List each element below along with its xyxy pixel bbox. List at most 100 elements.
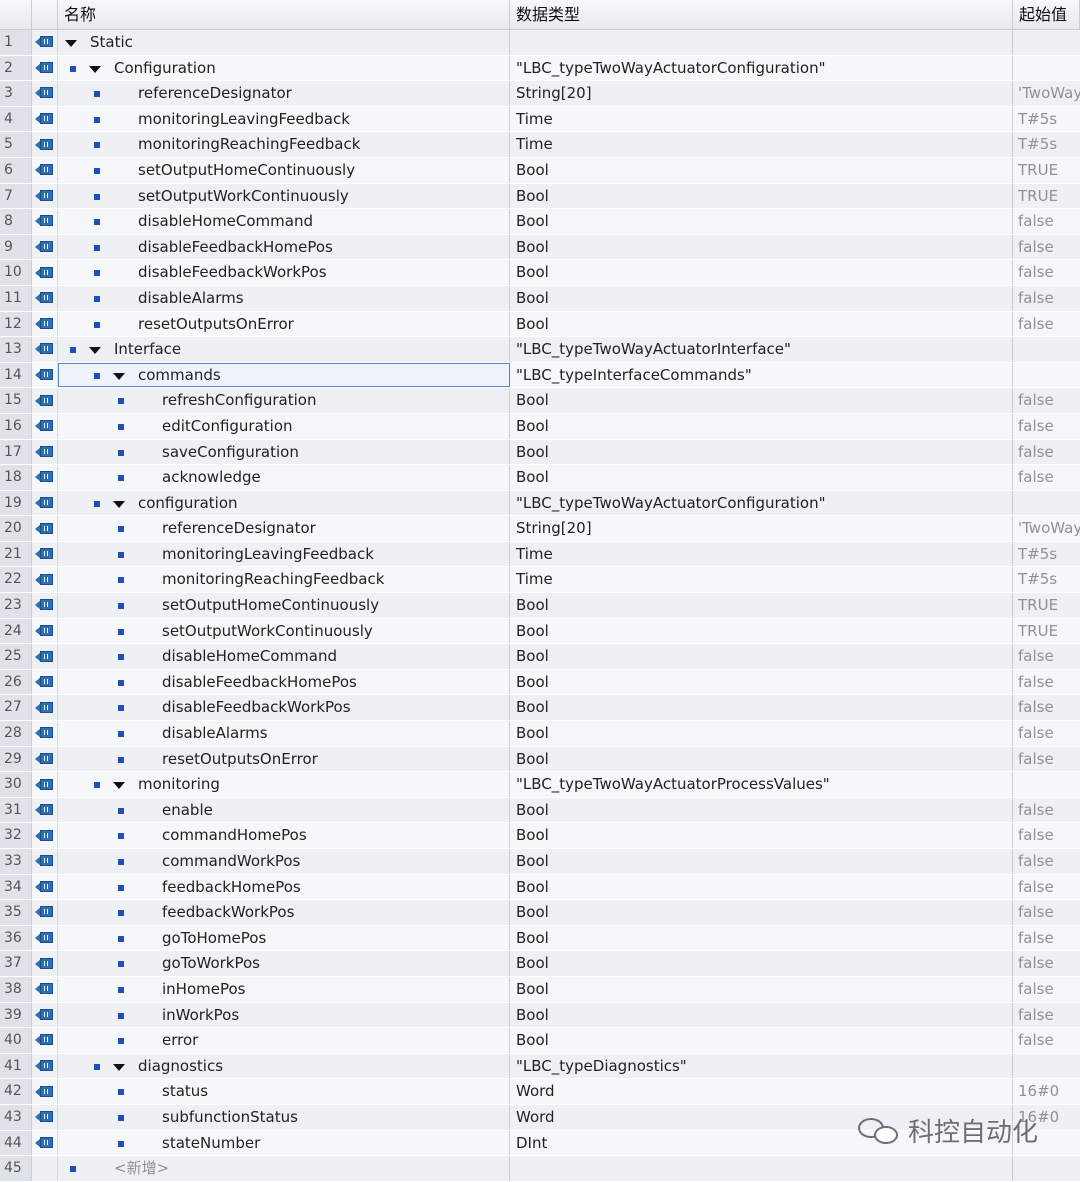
start-value-cell[interactable]: false	[1013, 695, 1080, 720]
start-value-cell[interactable]: T#5s	[1013, 132, 1080, 157]
name-cell[interactable]: monitoring	[58, 772, 510, 797]
table-row[interactable]: 42 status Word 16#0	[0, 1079, 1080, 1105]
row-number[interactable]: 14	[0, 362, 32, 388]
expand-toggle-icon[interactable]	[113, 1063, 125, 1071]
row-number[interactable]: 45	[0, 1156, 32, 1181]
table-row[interactable]: 33 commandWorkPos Bool false	[0, 849, 1080, 875]
name-cell[interactable]: enable	[58, 797, 510, 823]
data-type-cell[interactable]: Bool	[510, 593, 1013, 618]
table-row[interactable]: 2 Configuration "LBC_typeTwoWayActuatorCon…	[0, 55, 1080, 82]
start-value-cell[interactable]: false	[1013, 1028, 1080, 1053]
name-cell[interactable]: referenceDesignator	[58, 81, 510, 106]
data-type-cell[interactable]: Bool	[510, 285, 1013, 311]
start-value-cell[interactable]: false	[1013, 260, 1080, 285]
start-value-cell[interactable]	[1013, 1054, 1080, 1079]
name-cell[interactable]: editConfiguration	[58, 413, 510, 439]
name-cell[interactable]: monitoringLeavingFeedback	[58, 106, 510, 132]
row-number[interactable]: 12	[0, 311, 32, 337]
name-cell[interactable]: refreshConfiguration	[58, 388, 510, 413]
start-value-cell[interactable]: 'TwoWay	[1013, 81, 1080, 106]
row-number[interactable]: 23	[0, 593, 32, 618]
row-number[interactable]: 22	[0, 567, 32, 593]
header-name[interactable]: 名称	[58, 0, 510, 29]
row-number[interactable]: 13	[0, 337, 32, 362]
start-value-cell[interactable]: false	[1013, 209, 1080, 234]
row-number[interactable]: 15	[0, 388, 32, 413]
table-row[interactable]: 3 referenceDesignator String[20] 'TwoWay	[0, 81, 1080, 107]
row-number[interactable]: 16	[0, 413, 32, 439]
start-value-cell[interactable]: false	[1013, 926, 1080, 951]
expand-toggle-icon[interactable]	[89, 347, 101, 355]
table-row[interactable]: 37 goToWorkPos Bool false	[0, 951, 1080, 977]
name-cell[interactable]: goToWorkPos	[58, 951, 510, 976]
name-cell[interactable]: goToHomePos	[58, 925, 510, 951]
row-number[interactable]: 9	[0, 234, 32, 260]
start-value-cell[interactable]: false	[1013, 798, 1080, 823]
start-value-cell[interactable]	[1013, 491, 1080, 516]
data-type-cell[interactable]: Time	[510, 132, 1013, 157]
data-type-cell[interactable]: String[20]	[510, 81, 1013, 106]
start-value-cell[interactable]: false	[1013, 951, 1080, 976]
start-value-cell[interactable]: false	[1013, 977, 1080, 1002]
table-row[interactable]: 7 setOutputWorkContinuously Bool TRUE	[0, 183, 1080, 210]
start-value-cell[interactable]: T#5s	[1013, 107, 1080, 132]
name-cell[interactable]: inWorkPos	[58, 1002, 510, 1028]
name-cell[interactable]: monitoringReachingFeedback	[58, 567, 510, 593]
start-value-cell[interactable]: TRUE	[1013, 158, 1080, 183]
table-row[interactable]: 35 feedbackWorkPos Bool false	[0, 900, 1080, 926]
data-type-cell[interactable]: Bool	[510, 388, 1013, 413]
table-row[interactable]: 25 disableHomeCommand Bool false	[0, 644, 1080, 670]
data-type-cell[interactable]: "LBC_typeInterfaceCommands"	[510, 362, 1013, 388]
table-row[interactable]: 45 <新增>	[0, 1156, 1080, 1182]
name-cell[interactable]: setOutputHomeContinuously	[58, 593, 510, 618]
start-value-cell[interactable]: false	[1013, 388, 1080, 413]
row-number[interactable]: 29	[0, 746, 32, 772]
table-row[interactable]: 21 monitoringLeavingFeedback Time T#5s	[0, 541, 1080, 568]
table-row[interactable]: 23 setOutputHomeContinuously Bool TRUE	[0, 593, 1080, 619]
name-cell[interactable]: disableAlarms	[58, 721, 510, 746]
data-type-cell[interactable]: Time	[510, 541, 1013, 567]
start-value-cell[interactable]: false	[1013, 849, 1080, 874]
row-number[interactable]: 10	[0, 260, 32, 285]
table-row[interactable]: 19 configuration "LBC_typeTwoWayActuatorCo…	[0, 490, 1080, 517]
data-type-cell[interactable]: Bool	[510, 976, 1013, 1002]
name-cell[interactable]: inHomePos	[58, 976, 510, 1002]
table-row[interactable]: 5 monitoringReachingFeedback Time T#5s	[0, 132, 1080, 158]
data-type-cell[interactable]: Bool	[510, 1028, 1013, 1053]
name-cell[interactable]: disableFeedbackWorkPos	[58, 695, 510, 721]
row-number[interactable]: 4	[0, 106, 32, 132]
name-cell[interactable]: subfunctionStatus	[58, 1104, 510, 1130]
name-cell[interactable]: feedbackWorkPos	[58, 900, 510, 925]
name-cell[interactable]: stateNumber	[58, 1130, 510, 1156]
row-number[interactable]: 37	[0, 951, 32, 976]
table-row[interactable]: 8 disableHomeCommand Bool false	[0, 209, 1080, 235]
table-row[interactable]: 30 monitoring "LBC_typeTwoWayActuatorProce…	[0, 772, 1080, 798]
name-cell[interactable]: monitoringLeavingFeedback	[58, 541, 510, 567]
name-cell[interactable]: setOutputHomeContinuously	[58, 157, 510, 183]
table-row[interactable]: 32 commandHomePos Bool false	[0, 823, 1080, 849]
data-type-cell[interactable]: Time	[510, 106, 1013, 132]
data-type-cell[interactable]: Time	[510, 567, 1013, 593]
name-cell[interactable]: monitoringReachingFeedback	[58, 132, 510, 157]
row-number[interactable]: 3	[0, 81, 32, 106]
data-type-cell[interactable]: "LBC_typeTwoWayActuatorProcessValues"	[510, 772, 1013, 797]
data-type-cell[interactable]: Word	[510, 1079, 1013, 1104]
data-type-cell[interactable]: "LBC_typeTwoWayActuatorConfiguration"	[510, 490, 1013, 516]
name-cell[interactable]: disableHomeCommand	[58, 644, 510, 669]
start-value-cell[interactable]: false	[1013, 286, 1080, 311]
start-value-cell[interactable]	[1013, 363, 1080, 388]
row-number[interactable]: 7	[0, 183, 32, 209]
row-number[interactable]: 19	[0, 490, 32, 516]
name-cell[interactable]: disableFeedbackWorkPos	[58, 260, 510, 285]
row-number[interactable]: 21	[0, 541, 32, 567]
row-number[interactable]: 24	[0, 618, 32, 644]
data-type-cell[interactable]: "LBC_typeDiagnostics"	[510, 1053, 1013, 1079]
table-row[interactable]: 36 goToHomePos Bool false	[0, 925, 1080, 952]
name-cell[interactable]: Static	[58, 30, 510, 55]
start-value-cell[interactable]	[1013, 56, 1080, 81]
start-value-cell[interactable]	[1013, 30, 1080, 55]
table-row[interactable]: 34 feedbackHomePos Bool false	[0, 874, 1080, 901]
table-row[interactable]: 17 saveConfiguration Bool false	[0, 439, 1080, 466]
row-number[interactable]: 27	[0, 695, 32, 721]
data-type-cell[interactable]: Bool	[510, 644, 1013, 669]
